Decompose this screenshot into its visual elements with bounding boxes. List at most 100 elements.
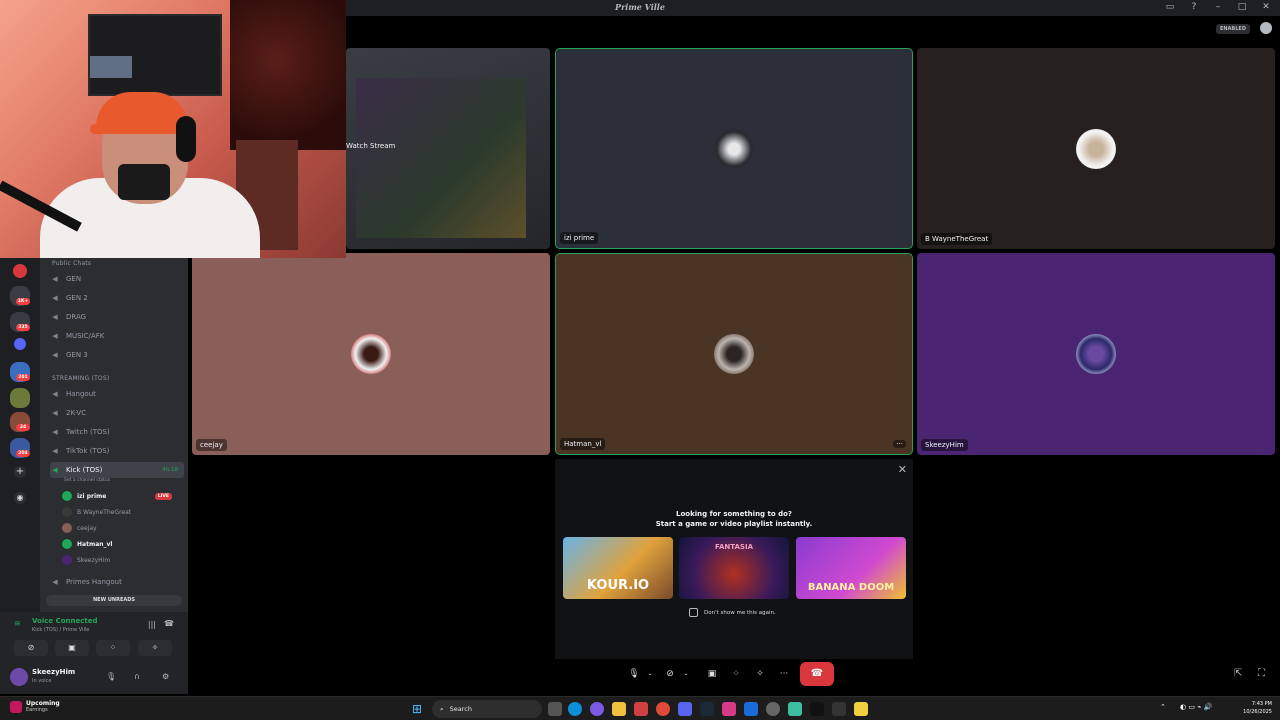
chevron-down-icon[interactable]: ⌄ xyxy=(640,664,660,684)
clock-date: 10/26/2025 xyxy=(1243,709,1272,715)
discord-window: Prime Ville ▭ ? – □ ✕ ENABLED Watch Stre… xyxy=(0,0,1280,720)
app-icon[interactable] xyxy=(744,702,758,716)
game-card-fantasia[interactable]: FANTASIA xyxy=(679,537,789,599)
steam-icon[interactable] xyxy=(700,702,714,716)
microphone-icon[interactable]: 🎙 xyxy=(106,672,116,681)
game-card-banana-doom[interactable]: BANANA DOOM xyxy=(796,537,906,599)
tiktok-icon[interactable] xyxy=(810,702,824,716)
watch-stream-label[interactable]: Watch Stream xyxy=(346,142,436,150)
camera-off-icon[interactable]: ⊘ xyxy=(14,640,48,656)
avatar[interactable] xyxy=(10,668,28,686)
channel-gen[interactable]: ◀ GEN xyxy=(50,271,184,287)
app-icon[interactable] xyxy=(634,702,648,716)
tile-izi-prime[interactable]: izi prime xyxy=(555,48,913,249)
stream-tile[interactable]: Watch Stream xyxy=(346,48,550,249)
discover-icon[interactable]: ◉ xyxy=(14,492,26,504)
help-icon[interactable]: ? xyxy=(1188,1,1200,13)
category-streaming[interactable]: STREAMING (TOS) xyxy=(52,375,109,382)
chevron-down-icon[interactable]: ⌄ xyxy=(676,664,696,684)
voice-member[interactable]: ceejay xyxy=(62,521,182,535)
inbox-icon[interactable]: ▭ xyxy=(1164,1,1176,13)
member-name: Hatman_vl xyxy=(77,540,113,548)
soundboard-icon[interactable]: ✧ xyxy=(750,664,770,684)
noise-suppression-icon[interactable]: ||| xyxy=(148,620,156,629)
category-public-chats[interactable]: Public Chats xyxy=(52,260,91,267)
tray-icons[interactable]: ◐ ▭ ⌁ 🔊 xyxy=(1180,703,1212,711)
taskbar-search[interactable]: ⌕ Search xyxy=(432,700,542,718)
minimize-icon[interactable]: – xyxy=(1212,1,1224,13)
clock[interactable]: 7:43 PM 10/26/2025 xyxy=(1243,700,1272,716)
speaker-icon: ◀ xyxy=(52,275,58,283)
dont-show-again[interactable]: Don't show me this again. xyxy=(689,608,776,617)
channel-kick[interactable]: ◀ Kick (TOS) 4h:18 xyxy=(50,462,184,478)
task-view-icon[interactable] xyxy=(548,702,562,716)
activities-icon[interactable]: ⁘ xyxy=(96,640,130,656)
dont-show-checkbox[interactable] xyxy=(689,608,698,617)
instagram-icon[interactable] xyxy=(722,702,736,716)
popout-icon[interactable]: ⇱ xyxy=(1234,668,1242,679)
calendar-icon xyxy=(10,700,22,713)
earnings-widget[interactable]: Upcoming Earnings xyxy=(10,700,60,713)
screen-share-icon[interactable]: ▣ xyxy=(55,640,89,656)
tile-b-waynethegreat[interactable]: B WayneTheGreat xyxy=(917,48,1275,249)
disconnect-icon[interactable]: ☎ xyxy=(164,619,174,628)
sticky-notes-icon[interactable] xyxy=(854,702,868,716)
voice-location[interactable]: Kick (TOS) / Prime Ville xyxy=(32,627,89,633)
app-icon[interactable] xyxy=(788,702,802,716)
category-label: STREAMING (TOS) xyxy=(52,375,110,382)
unread-badge: 1K+ xyxy=(16,298,30,305)
discord-icon[interactable] xyxy=(678,702,692,716)
channel-primes-hangout[interactable]: ◀ Primes Hangout xyxy=(50,574,184,590)
game-card-kour[interactable]: KOUR.IO xyxy=(563,537,673,599)
channel-status[interactable]: Set a channel status xyxy=(64,478,110,483)
channel-label: Hangout xyxy=(66,390,96,398)
streamer-headphones xyxy=(176,116,196,162)
xbox-icon[interactable] xyxy=(832,702,846,716)
disconnect-button[interactable]: ☎ xyxy=(800,662,834,686)
windows-start-icon[interactable]: ⊞ xyxy=(412,702,426,716)
activities-icon[interactable]: ⁘ xyxy=(726,664,746,684)
soundboard-icon[interactable]: ✧ xyxy=(138,640,172,656)
more-icon[interactable]: ··· xyxy=(774,664,794,684)
close-icon[interactable]: ✕ xyxy=(898,463,907,476)
maximize-icon[interactable]: □ xyxy=(1236,1,1248,13)
edge-icon[interactable] xyxy=(568,702,582,716)
tile-ceejay[interactable]: ceejay xyxy=(192,253,550,455)
screen-share-icon[interactable]: ▣ xyxy=(702,664,722,684)
channel-gen-3[interactable]: ◀ GEN 3 xyxy=(50,347,184,363)
channel-tiktok[interactable]: ◀ TikTok (TOS) xyxy=(50,443,184,459)
voice-member[interactable]: B WayneTheGreat xyxy=(62,505,182,519)
channel-hangout[interactable]: ◀ Hangout xyxy=(50,386,184,402)
channel-2k-vc[interactable]: ◀ 2K-VC xyxy=(50,405,184,421)
fullscreen-icon[interactable]: ⛶ xyxy=(1258,668,1265,679)
channel-gen-2[interactable]: ◀ GEN 2 xyxy=(50,290,184,306)
tile-hatman-vl[interactable]: Hatman_vl ··· xyxy=(555,253,913,455)
speaker-icon: ◀ xyxy=(52,351,58,359)
channel-label: GEN xyxy=(66,275,82,283)
channel-drag[interactable]: ◀ DRAG xyxy=(50,309,184,325)
channel-label: Twitch (TOS) xyxy=(66,428,110,436)
file-explorer-icon[interactable] xyxy=(612,702,626,716)
chrome-icon[interactable] xyxy=(656,702,670,716)
avatar xyxy=(351,334,391,374)
add-server-icon[interactable]: + xyxy=(14,466,26,478)
headphones-icon[interactable]: ∩ xyxy=(134,672,140,681)
more-options-icon[interactable]: ··· xyxy=(893,440,906,448)
channel-twitch[interactable]: ◀ Twitch (TOS) xyxy=(50,424,184,440)
tray-chevron-icon[interactable]: ⌃ xyxy=(1160,703,1166,711)
chatgpt-icon[interactable] xyxy=(766,702,780,716)
voice-member[interactable]: Hatman_vl xyxy=(62,537,182,551)
server-icon[interactable] xyxy=(10,388,30,408)
close-icon[interactable]: ✕ xyxy=(1260,1,1272,13)
server-icon[interactable] xyxy=(13,264,27,278)
channel-music-afk[interactable]: ◀ MUSIC/AFK xyxy=(50,328,184,344)
chat-icon[interactable] xyxy=(1260,22,1272,34)
voice-member[interactable]: SkeezyHim xyxy=(62,553,182,567)
tile-skeezyhim[interactable]: SkeezyHim xyxy=(917,253,1275,455)
copilot-icon[interactable] xyxy=(590,702,604,716)
signal-icon: ≋ xyxy=(14,619,21,628)
new-unreads-button[interactable]: NEW UNREADS xyxy=(46,595,182,606)
settings-gear-icon[interactable]: ⚙ xyxy=(162,672,169,681)
voice-member[interactable]: izi prime LIVE xyxy=(62,489,182,503)
server-folder-icon[interactable] xyxy=(14,338,26,350)
